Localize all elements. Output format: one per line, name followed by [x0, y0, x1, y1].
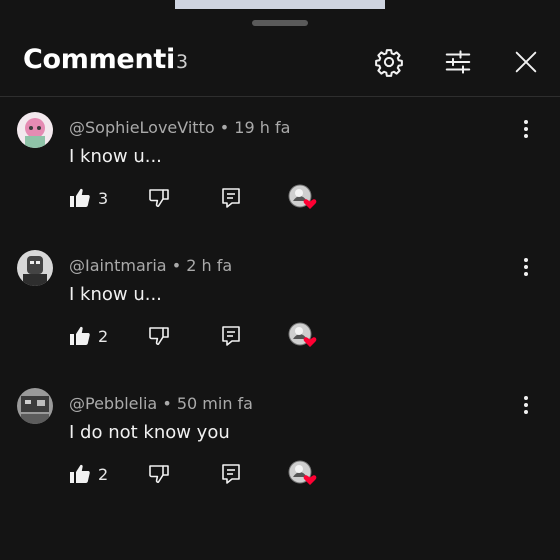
like-button[interactable]: 3 — [68, 180, 108, 216]
author-handle[interactable]: @SophieLoveVitto — [69, 118, 215, 137]
reply-button[interactable] — [219, 180, 243, 216]
like-count: 2 — [98, 464, 109, 484]
comment-time: 2 h fa — [186, 256, 233, 275]
comment-text: I do not know you — [69, 422, 230, 443]
filter-button[interactable] — [440, 44, 476, 80]
thumbs-up-icon — [70, 464, 90, 483]
panel-title: Commenti — [23, 44, 175, 75]
thumbs-up-icon — [70, 326, 90, 345]
more-options-button[interactable] — [514, 390, 538, 420]
more-options-button[interactable] — [514, 114, 538, 144]
settings-button[interactable] — [371, 44, 407, 80]
comment-time: 19 h fa — [234, 118, 291, 137]
reply-button[interactable] — [219, 318, 243, 354]
meta-separator: • — [219, 118, 230, 137]
creator-heart-button[interactable] — [287, 180, 321, 216]
creator-heart-icon — [288, 184, 317, 209]
comment-actions: 3 — [0, 180, 560, 216]
dislike-button[interactable] — [147, 456, 171, 492]
comment-text: I know u... — [69, 146, 162, 167]
comment-time: 50 min fa — [176, 394, 253, 413]
comment-meta: @SophieLoveVitto • 19 h fa — [69, 118, 290, 137]
vertical-dots-icon — [524, 120, 528, 138]
close-icon — [515, 51, 537, 73]
dislike-button[interactable] — [147, 180, 171, 216]
like-count: 3 — [98, 188, 109, 208]
meta-separator: • — [171, 256, 182, 275]
creator-heart-button[interactable] — [287, 318, 321, 354]
creator-heart-icon — [288, 322, 317, 347]
meta-separator: • — [162, 394, 172, 413]
vertical-dots-icon — [524, 258, 528, 276]
close-button[interactable] — [508, 44, 544, 80]
more-options-button[interactable] — [514, 252, 538, 282]
top-strip — [175, 0, 385, 9]
dislike-button[interactable] — [147, 318, 171, 354]
author-handle[interactable]: @Iaintmaria — [69, 256, 167, 275]
creator-heart-icon — [288, 460, 317, 485]
gear-icon — [375, 49, 403, 77]
avatar[interactable] — [17, 250, 53, 286]
comment-actions: 2 — [0, 318, 560, 354]
thumbs-down-icon — [149, 327, 169, 345]
like-count: 2 — [98, 326, 109, 346]
comment-actions: 2 — [0, 456, 560, 492]
comments-header: Commenti 3 — [0, 30, 560, 97]
like-button[interactable]: 2 — [68, 318, 108, 354]
vertical-dots-icon — [524, 396, 528, 414]
thumbs-down-icon — [149, 465, 169, 483]
like-button[interactable]: 2 — [68, 456, 108, 492]
reply-icon — [222, 326, 240, 346]
thumbs-down-icon — [149, 189, 169, 207]
creator-heart-button[interactable] — [287, 456, 321, 492]
comment-meta: @Pebblelia • 50 min fa — [69, 394, 253, 413]
reply-icon — [222, 464, 240, 484]
thumbs-up-icon — [70, 188, 90, 207]
comment-count: 3 — [176, 51, 189, 73]
comment-meta: @Iaintmaria • 2 h fa — [69, 256, 232, 275]
reply-icon — [222, 188, 240, 208]
avatar[interactable] — [17, 112, 53, 148]
avatar[interactable] — [17, 388, 53, 424]
comment-text: I know u... — [69, 284, 162, 305]
comment-item: @SophieLoveVitto • 19 h fa I know u... 3 — [0, 112, 560, 250]
author-handle[interactable]: @Pebblelia — [69, 394, 157, 413]
comment-item: @Pebblelia • 50 min fa I do not know you… — [0, 388, 560, 526]
drag-handle[interactable] — [252, 20, 308, 26]
comment-item: @Iaintmaria • 2 h fa I know u... 2 — [0, 250, 560, 388]
sliders-icon — [445, 50, 471, 74]
reply-button[interactable] — [219, 456, 243, 492]
